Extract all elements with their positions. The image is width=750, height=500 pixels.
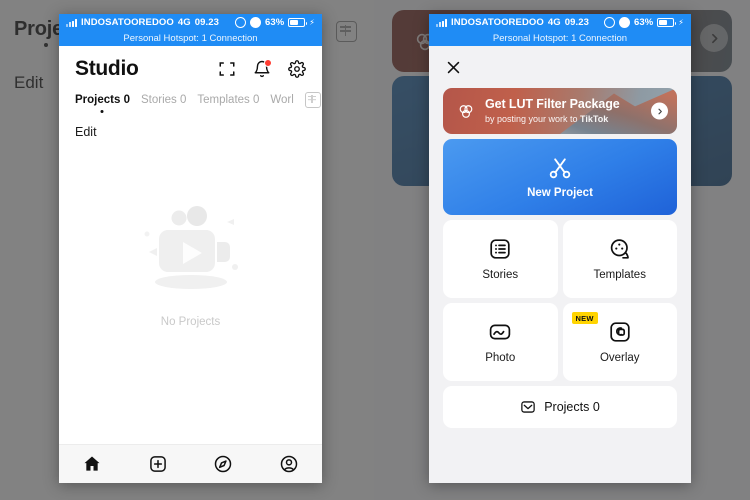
carrier-label: INDOSATOOREDOO	[451, 17, 544, 28]
battery-percent-label: 63%	[264, 17, 285, 28]
no-projects-illustration	[131, 204, 251, 302]
network-type-label: 4G	[177, 17, 191, 28]
option-templates[interactable]: Templates	[562, 220, 677, 298]
signal-bars-icon	[66, 19, 77, 27]
studio-header: Studio	[59, 46, 322, 88]
lut-subtitle-brand: TikTok	[580, 113, 609, 124]
nav-profile-icon[interactable]	[279, 454, 299, 474]
lut-filter-banner[interactable]: Get LUT Filter Package by posting your w…	[443, 88, 677, 134]
studio-header-actions	[218, 59, 306, 78]
notification-badge-dot	[264, 59, 272, 67]
tab-templates[interactable]: Templates 0	[197, 94, 259, 106]
charging-bolt-icon: ⚡	[309, 18, 315, 27]
bottom-tab-bar	[59, 444, 322, 483]
new-project-button[interactable]: New Project	[443, 139, 677, 215]
rotation-lock-icon	[603, 17, 615, 28]
signal-bars-icon	[436, 19, 447, 27]
clock-label: 09.23	[194, 17, 220, 28]
film-reel-icon	[608, 237, 632, 261]
layout-grid-icon[interactable]	[304, 92, 321, 108]
tab-stories[interactable]: Stories 0	[141, 94, 186, 106]
settings-gear-icon[interactable]	[288, 60, 306, 78]
lut-subtitle-prefix: by posting your work to	[485, 113, 581, 124]
tab-works[interactable]: Worl	[270, 94, 293, 106]
photo-icon	[488, 320, 512, 344]
close-icon[interactable]	[445, 59, 691, 76]
new-project-label: New Project	[527, 187, 593, 199]
option-photo[interactable]: Photo	[443, 303, 558, 381]
status-bar-right-group: 63% ⚡	[603, 17, 684, 28]
nav-explore-icon[interactable]	[213, 454, 233, 474]
tab-active-indicator	[100, 110, 104, 113]
screenshot-root: Projec Edit	[0, 0, 750, 500]
rotation-lock-icon	[234, 17, 246, 28]
status-bar-right: INDOSATOOREDOO 4G 09.23 63% ⚡	[429, 14, 691, 31]
edit-button[interactable]: Edit	[59, 108, 322, 139]
status-bar-right-group: 63% ⚡	[234, 17, 315, 28]
alarm-icon	[618, 17, 630, 28]
lut-banner-title: Get LUT Filter Package	[485, 97, 620, 112]
nav-home-icon[interactable]	[82, 454, 102, 474]
page-title: Studio	[75, 57, 139, 80]
clock-label: 09.23	[564, 17, 590, 28]
option-stories[interactable]: Stories	[443, 220, 558, 298]
create-options-grid: Stories Templates Photo NEW Overlay	[443, 220, 677, 381]
filter-rings-icon	[459, 104, 473, 118]
tab-projects[interactable]: Projects 0	[75, 94, 130, 113]
inbox-icon	[520, 399, 536, 415]
nav-add-icon[interactable]	[148, 454, 168, 474]
studio-tabs: Projects 0 Stories 0 Templates 0 Worl	[59, 88, 322, 113]
status-bar-left-group: INDOSATOOREDOO 4G 09.23	[66, 17, 219, 28]
status-bar-left-group: INDOSATOOREDOO 4G 09.23	[436, 17, 589, 28]
lut-banner-chevron-right-icon[interactable]	[651, 102, 668, 120]
empty-state-label: No Projects	[160, 316, 221, 328]
option-overlay[interactable]: NEW Overlay	[562, 303, 677, 381]
projects-row-label: Projects 0	[544, 400, 600, 414]
option-overlay-label: Overlay	[599, 352, 640, 364]
status-bar-left: INDOSATOOREDOO 4G 09.23 63% ⚡	[59, 14, 322, 31]
option-templates-label: Templates	[593, 269, 646, 281]
modal-close-row	[429, 46, 691, 82]
charging-bolt-icon: ⚡	[678, 18, 684, 27]
scissors-icon	[547, 155, 573, 181]
overlay-icon	[608, 320, 632, 344]
battery-icon	[288, 18, 308, 27]
alarm-icon	[249, 17, 261, 28]
new-badge: NEW	[571, 312, 598, 324]
scan-icon[interactable]	[218, 60, 236, 78]
hotspot-banner-left: Personal Hotspot: 1 Connection	[59, 31, 322, 46]
video-camera-illustration-icon	[144, 206, 238, 289]
battery-icon	[657, 18, 677, 27]
option-photo-label: Photo	[485, 352, 516, 364]
carrier-label: INDOSATOOREDOO	[81, 17, 174, 28]
lut-banner-text: Get LUT Filter Package by posting your w…	[485, 97, 620, 124]
phone-right-modal: INDOSATOOREDOO 4G 09.23 63% ⚡ Personal H…	[429, 14, 691, 483]
hotspot-banner-right: Personal Hotspot: 1 Connection	[429, 31, 691, 46]
list-icon	[488, 237, 512, 261]
empty-state: No Projects	[59, 141, 322, 391]
phone-left-studio: INDOSATOOREDOO 4G 09.23 63% ⚡ Personal H…	[59, 14, 322, 483]
option-stories-label: Stories	[482, 269, 519, 281]
network-type-label: 4G	[547, 17, 561, 28]
create-modal: Get LUT Filter Package by posting your w…	[429, 46, 691, 483]
lut-banner-subtitle: by posting your work to TikTok	[485, 114, 620, 124]
tab-projects-label: Projects 0	[75, 94, 130, 106]
notifications-bell-icon[interactable]	[253, 59, 272, 78]
battery-percent-label: 63%	[633, 17, 654, 28]
projects-row-button[interactable]: Projects 0	[443, 386, 677, 428]
